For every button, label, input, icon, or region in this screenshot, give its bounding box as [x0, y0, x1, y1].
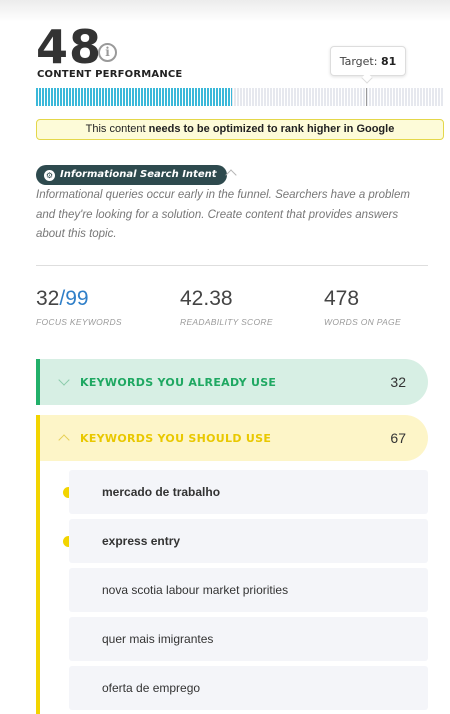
intent-badge-label: Informational Search Intent	[60, 169, 217, 180]
section-count: 32	[390, 374, 406, 390]
section-rail	[36, 461, 40, 714]
chevron-up-icon	[58, 434, 70, 446]
section-title: KEYWORDS YOU SHOULD USE	[80, 431, 272, 445]
search-intent-badge[interactable]: ⚙ Informational Search Intent	[36, 165, 227, 185]
keyword-text: mercado de trabalho	[69, 470, 428, 514]
section-keywords-should-use[interactable]: KEYWORDS YOU SHOULD USE 67	[36, 415, 428, 461]
performance-bar-target-marker	[366, 88, 367, 106]
keyword-item[interactable]: mercado de trabalho	[60, 470, 430, 514]
notice-prefix: This content	[85, 123, 149, 135]
intent-description: Informational queries occur early in the…	[36, 189, 410, 240]
stat-label: WORDS ON PAGE	[324, 317, 401, 327]
section-keywords-already-used[interactable]: KEYWORDS YOU ALREADY USE 32	[36, 359, 428, 405]
stat-readability-score: 42.38 READABILITY SCORE	[180, 287, 273, 327]
notice-emphasis: needs to be optimized to rank higher in …	[148, 123, 395, 135]
stat-label: READABILITY SCORE	[180, 317, 273, 327]
target-value: 81	[380, 55, 397, 68]
stat-label: FOCUS KEYWORDS	[36, 317, 122, 327]
section-count: 67	[390, 430, 406, 446]
top-shadow	[0, 0, 450, 22]
target-tooltip: Target: 81	[330, 46, 406, 76]
info-icon[interactable]: i	[98, 43, 117, 62]
keyword-text: oferta de emprego	[69, 666, 428, 710]
keyword-item[interactable]: nova scotia labour market priorities	[60, 568, 430, 612]
keyword-list: mercado de trabalho express entry nova s…	[60, 470, 430, 714]
performance-label: CONTENT PERFORMANCE	[37, 69, 183, 80]
keyword-item[interactable]: oferta de emprego	[60, 666, 430, 710]
stat-value: 42.38	[180, 287, 233, 310]
section-title: KEYWORDS YOU ALREADY USE	[80, 375, 277, 389]
stat-words-on-page: 478 WORDS ON PAGE	[324, 287, 401, 327]
stat-focus-keywords: 32/99 FOCUS KEYWORDS	[36, 287, 122, 327]
stat-value-current: 32	[36, 287, 60, 310]
stat-value: 478	[324, 287, 360, 310]
stat-value-total: /99	[59, 287, 89, 310]
performance-bar-fill	[36, 88, 232, 106]
keyword-item[interactable]: quer mais imigrantes	[60, 617, 430, 661]
performance-score: 48	[36, 20, 103, 74]
keyword-item[interactable]: express entry	[60, 519, 430, 563]
intent-icon: ⚙	[44, 169, 55, 181]
chevron-down-icon	[58, 374, 70, 386]
performance-bar	[36, 88, 444, 106]
target-label: Target:	[339, 55, 378, 68]
stat-value: 32/99	[36, 287, 122, 311]
keyword-text: quer mais imigrantes	[69, 617, 428, 661]
chevron-up-icon[interactable]	[225, 169, 237, 181]
keyword-text: nova scotia labour market priorities	[69, 568, 428, 612]
divider	[36, 265, 428, 266]
keyword-text: express entry	[69, 519, 428, 563]
optimization-notice: This content needs to be optimized to ra…	[36, 119, 444, 140]
